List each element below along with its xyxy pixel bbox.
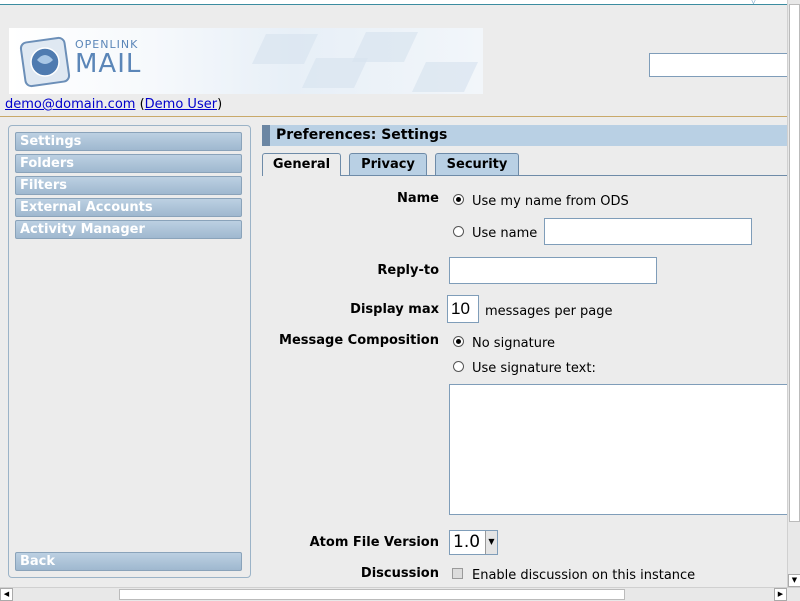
- display-max-label: Display max: [350, 302, 439, 317]
- message-composition-label: Message Composition: [279, 333, 439, 348]
- sidebar-item-external-accounts[interactable]: External Accounts: [15, 198, 242, 217]
- back-button[interactable]: Back: [15, 552, 242, 571]
- logo-text-mail: MAIL: [75, 49, 142, 79]
- page-title: Preferences: Settings: [262, 125, 800, 146]
- tab-security[interactable]: Security: [435, 153, 519, 175]
- name-custom-radio[interactable]: [453, 226, 464, 237]
- display-max-field[interactable]: [447, 295, 479, 323]
- vertical-scrollbar-thumb[interactable]: [789, 4, 800, 522]
- user-identity: demo@domain.com (Demo User): [5, 97, 223, 112]
- signature-text-label: Use signature text:: [472, 361, 596, 376]
- discussion-checkbox[interactable]: [452, 568, 463, 579]
- discussion-label: Discussion: [360, 566, 439, 581]
- signature-text-radio[interactable]: [453, 361, 464, 372]
- corner-mark-icon: ◊: [751, 0, 756, 5]
- sidebar-item-settings[interactable]: Settings: [15, 132, 242, 151]
- name-label: Name: [396, 191, 439, 206]
- no-signature-label: No signature: [472, 336, 556, 351]
- atom-version-label: Atom File Version: [309, 535, 439, 550]
- vertical-scrollbar[interactable]: ▼: [787, 0, 800, 600]
- sidebar: Settings Folders Filters External Accoun…: [8, 125, 251, 578]
- tab-privacy[interactable]: Privacy: [349, 153, 427, 175]
- user-name-link[interactable]: Demo User: [145, 97, 217, 112]
- reply-to-label: Reply-to: [377, 263, 439, 278]
- sidebar-item-folders[interactable]: Folders: [15, 154, 242, 173]
- discussion-checkbox-label: Enable discussion on this instance: [472, 568, 696, 583]
- no-signature-radio[interactable]: [453, 336, 464, 347]
- name-ods-radio[interactable]: [453, 194, 464, 205]
- name-field[interactable]: [544, 218, 752, 245]
- reply-to-field[interactable]: [449, 257, 657, 284]
- scroll-right-icon[interactable]: ▶: [774, 588, 787, 601]
- name-custom-option-label: Use name: [472, 226, 538, 241]
- horizontal-scrollbar[interactable]: ◀ ▶: [0, 587, 800, 601]
- chevron-down-icon: ▼: [485, 531, 497, 554]
- horizontal-scrollbar-thumb[interactable]: [119, 589, 625, 600]
- search-input[interactable]: [649, 53, 800, 77]
- signature-textarea[interactable]: [449, 384, 794, 515]
- openlink-logo-icon: [17, 34, 73, 90]
- atom-version-select[interactable]: 1.0 ▼: [449, 530, 498, 555]
- user-email-link[interactable]: demo@domain.com: [5, 97, 135, 112]
- header-divider: [0, 116, 800, 117]
- tab-bar: General Privacy Security: [262, 153, 800, 176]
- top-window-strip: ◊: [0, 0, 800, 5]
- tab-general[interactable]: General: [262, 153, 341, 176]
- sidebar-item-filters[interactable]: Filters: [15, 176, 242, 195]
- display-max-suffix: messages per page: [485, 304, 613, 319]
- scroll-left-icon[interactable]: ◀: [0, 588, 13, 601]
- scroll-down-icon[interactable]: ▼: [788, 574, 800, 587]
- atom-version-value: 1.0: [453, 532, 481, 552]
- name-ods-option-label: Use my name from ODS: [472, 194, 629, 209]
- logo-banner: OPENLINK MAIL: [9, 28, 483, 94]
- sidebar-item-activity-manager[interactable]: Activity Manager: [15, 220, 242, 239]
